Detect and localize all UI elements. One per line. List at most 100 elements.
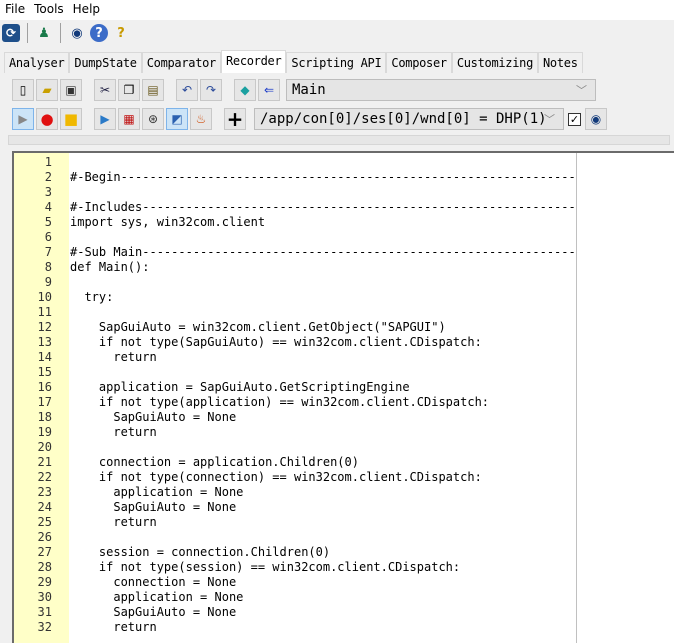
line-number: 28: [37, 560, 52, 574]
eraser-icon[interactable]: ◆: [234, 79, 256, 101]
code-line[interactable]: 1: [14, 155, 576, 170]
code-line[interactable]: 5 import sys, win32com.client: [14, 215, 576, 230]
save-icon[interactable]: ▣: [60, 79, 82, 101]
cut-icon[interactable]: ✂: [94, 79, 116, 101]
copy-icon[interactable]: ❐: [118, 79, 140, 101]
code-line[interactable]: 23 application = None: [14, 485, 576, 500]
undo-icon[interactable]: ↶: [176, 79, 198, 101]
help-icon[interactable]: ?: [90, 24, 108, 42]
code-line[interactable]: 30 application = None: [14, 590, 576, 605]
line-number: 24: [37, 500, 52, 514]
code-text: SapGuiAuto = None: [70, 410, 237, 424]
tab-dumpstate[interactable]: DumpState: [69, 52, 142, 73]
code-line[interactable]: 21 connection = application.Children(0): [14, 455, 576, 470]
highlight-checkbox[interactable]: ✓: [568, 112, 581, 126]
tab-customizing[interactable]: Customizing: [451, 52, 538, 73]
code-line[interactable]: 18 SapGuiAuto = None: [14, 410, 576, 425]
chevron-down-icon: ﹀: [544, 113, 555, 126]
code-line[interactable]: 32 return: [14, 620, 576, 635]
code-line[interactable]: 7 #-Sub Main-----------------------------…: [14, 245, 576, 260]
line-number: 29: [37, 575, 52, 589]
line-number: 31: [37, 605, 52, 619]
record-icon[interactable]: ●: [36, 108, 58, 130]
code-line[interactable]: 19 return: [14, 425, 576, 440]
code-line[interactable]: 31 SapGuiAuto = None: [14, 605, 576, 620]
code-line[interactable]: 15: [14, 365, 576, 380]
code-line[interactable]: 2 #-Begin--------------------------------…: [14, 170, 576, 185]
code-line[interactable]: 20: [14, 440, 576, 455]
path-select-value: /app/con[0]/ses[0]/wnd[0] = DHP(1): [260, 111, 547, 127]
sub-select[interactable]: Main ﹀: [286, 79, 596, 101]
code-line[interactable]: 9: [14, 275, 576, 290]
code-line[interactable]: 26: [14, 530, 576, 545]
menu-help[interactable]: Help: [68, 0, 104, 20]
refresh-icon[interactable]: ⟳: [2, 24, 20, 42]
code-editor[interactable]: 1 2 #-Begin-------------------------------…: [12, 151, 674, 643]
insert-icon[interactable]: ⇐: [258, 79, 280, 101]
line-number: 25: [37, 515, 52, 529]
user-icon[interactable]: ♟: [35, 24, 53, 42]
code-text: import sys, win32com.client: [70, 215, 266, 229]
menu-tools[interactable]: Tools: [29, 0, 68, 20]
code-line[interactable]: 22 if not type(connection) == win32com.c…: [14, 470, 576, 485]
main-toolbar: ⟳ ♟ ◉ ? ?: [0, 20, 674, 46]
eye-icon[interactable]: ◉: [585, 108, 607, 130]
tab-notes[interactable]: Notes: [538, 52, 583, 73]
add-icon[interactable]: +: [224, 107, 246, 131]
code-line[interactable]: 10 try:: [14, 290, 576, 305]
menu-file[interactable]: File: [0, 0, 29, 20]
code-text: if not type(connection) == win32com.clie…: [70, 470, 482, 484]
recorder-toolbar: ▶ ● ■ ▶ ▦ ⊛ ◩ ♨ + /app/con[0]/ses[0]/wnd…: [12, 107, 609, 131]
line-number: 11: [37, 305, 52, 319]
tab-recorder[interactable]: Recorder: [220, 50, 287, 73]
code-line[interactable]: 17 if not type(application) == win32com.…: [14, 395, 576, 410]
line-number: 20: [37, 440, 52, 454]
open-folder-icon[interactable]: ▰: [36, 79, 58, 101]
code-line[interactable]: 25 return: [14, 515, 576, 530]
code-line[interactable]: 6: [14, 230, 576, 245]
right-margin-line: [576, 153, 577, 643]
line-number: 18: [37, 410, 52, 424]
paste-icon[interactable]: ▤: [142, 79, 164, 101]
code-text: def Main():: [70, 260, 150, 274]
code-line[interactable]: 14 return: [14, 350, 576, 365]
code-text: if not type(SapGuiAuto) == win32com.clie…: [70, 335, 482, 349]
line-number: 19: [37, 425, 52, 439]
sub-select-value: Main: [292, 82, 326, 98]
code-text: return: [70, 350, 157, 364]
code-line[interactable]: 28 if not type(session) == win32com.clie…: [14, 560, 576, 575]
tab-comparator[interactable]: Comparator: [141, 52, 221, 73]
context-help-icon[interactable]: ?: [112, 24, 130, 42]
code-line[interactable]: 12 SapGuiAuto = win32com.client.GetObjec…: [14, 320, 576, 335]
code-line[interactable]: 8 def Main():: [14, 260, 576, 275]
python-icon[interactable]: ◩: [166, 108, 188, 130]
java-icon[interactable]: ♨: [190, 108, 212, 130]
code-line[interactable]: 24 SapGuiAuto = None: [14, 500, 576, 515]
powershell-icon[interactable]: ▶: [94, 108, 116, 130]
tab-composer[interactable]: Composer: [386, 52, 452, 73]
code-text: connection = None: [70, 575, 237, 589]
code-text: SapGuiAuto = None: [70, 605, 237, 619]
vbscript-icon[interactable]: ▦: [118, 108, 140, 130]
path-select[interactable]: /app/con[0]/ses[0]/wnd[0] = DHP(1) ﹀: [254, 108, 564, 130]
code-line[interactable]: 16 application = SapGuiAuto.GetScripting…: [14, 380, 576, 395]
stop-icon[interactable]: ■: [60, 108, 82, 130]
line-number: 16: [37, 380, 52, 394]
eye-icon[interactable]: ◉: [68, 24, 86, 42]
code-line[interactable]: 4 #-Includes-----------------------------…: [14, 200, 576, 215]
code-line[interactable]: 13 if not type(SapGuiAuto) == win32com.c…: [14, 335, 576, 350]
code-line[interactable]: 27 session = connection.Children(0): [14, 545, 576, 560]
code-line[interactable]: 11: [14, 305, 576, 320]
code-text: return: [70, 425, 157, 439]
line-number: 17: [37, 395, 52, 409]
line-number: 9: [44, 275, 52, 289]
code-line[interactable]: 3: [14, 185, 576, 200]
play-icon[interactable]: ▶: [12, 108, 34, 130]
code-line[interactable]: 29 connection = None: [14, 575, 576, 590]
redo-icon[interactable]: ↷: [200, 79, 222, 101]
autoit-icon[interactable]: ⊛: [142, 108, 164, 130]
line-number: 12: [37, 320, 52, 334]
tab-analyser[interactable]: Analyser: [4, 52, 70, 73]
tab-scripting-api[interactable]: Scripting API: [286, 52, 387, 73]
new-file-icon[interactable]: ▯: [12, 79, 34, 101]
